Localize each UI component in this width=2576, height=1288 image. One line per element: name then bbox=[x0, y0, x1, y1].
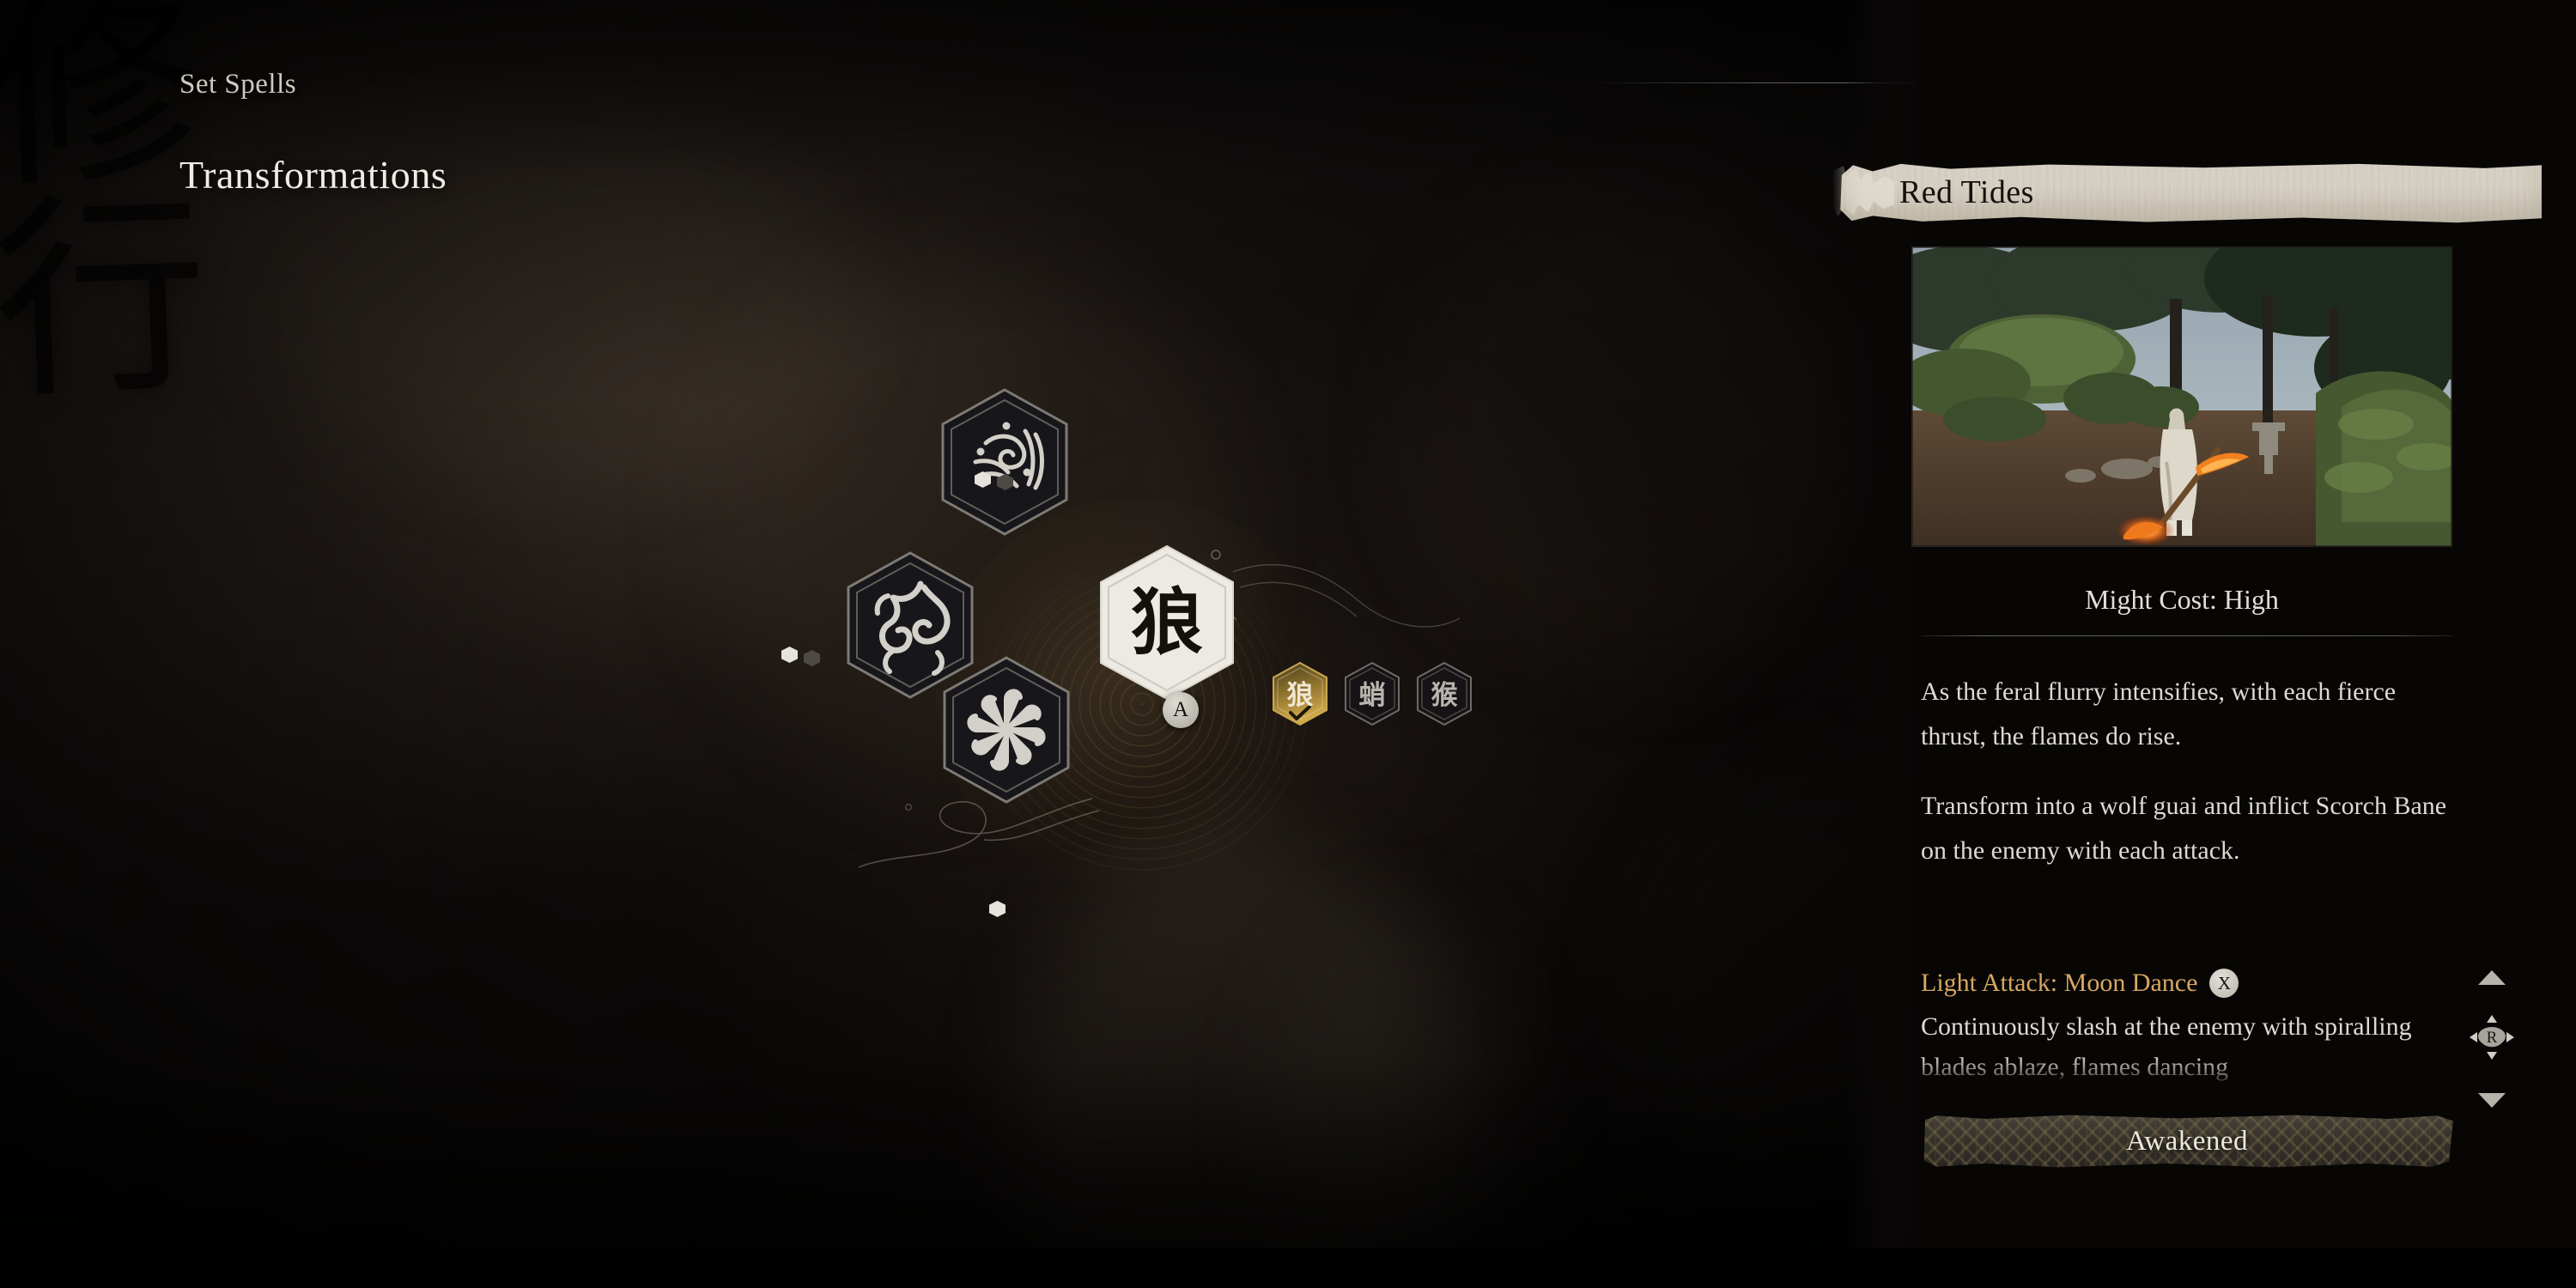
skill-section: Light Attack: Moon Dance X Continuously … bbox=[1921, 969, 2479, 1085]
skill-heading-row: Light Attack: Moon Dance X bbox=[1921, 969, 2479, 998]
equipped-slot-bar: 狼 蛸 猴 bbox=[1271, 661, 1473, 726]
button-x-badge: X bbox=[2209, 969, 2239, 998]
might-cost-label: Might Cost: High bbox=[2085, 584, 2279, 615]
wolf-kanji-icon: 狼 bbox=[1130, 580, 1203, 665]
skill-heading: Light Attack: Moon Dance bbox=[1921, 969, 2198, 997]
scroll-up-arrow-icon[interactable] bbox=[2478, 970, 2506, 985]
equipped-slot-3[interactable]: 猴 bbox=[1415, 661, 1473, 726]
description-paragraph-2: Transform into a wolf guai and inflict S… bbox=[1921, 792, 2447, 865]
awakened-button[interactable]: Awakened bbox=[1921, 1115, 2453, 1168]
skill-description: Continuously slash at the enemy with spi… bbox=[1921, 1012, 2412, 1082]
pager-dot-left-active[interactable] bbox=[781, 647, 798, 663]
equipped-slot-2[interactable]: 蛸 bbox=[1343, 661, 1401, 726]
letterbox-bar bbox=[0, 1249, 2576, 1288]
detail-description: As the feral flurry intensifies, with ea… bbox=[1921, 670, 2462, 898]
transformation-node-sunburst[interactable] bbox=[938, 654, 1075, 805]
equipped-slot-3-glyph: 猴 bbox=[1431, 679, 1458, 711]
awakened-button-label: Awakened bbox=[2125, 1125, 2249, 1157]
pager-dot-left-inactive[interactable] bbox=[804, 650, 820, 666]
pager-dot-top-active[interactable] bbox=[975, 471, 991, 488]
description-paragraph-1: As the feral flurry intensifies, with ea… bbox=[1921, 677, 2397, 750]
scroll-indicator[interactable]: R bbox=[2466, 970, 2518, 1108]
transformation-preview-image bbox=[1912, 247, 2451, 546]
detail-title: Red Tides bbox=[1899, 174, 2034, 210]
right-stick-icon: R bbox=[2468, 1013, 2516, 1066]
page-title: Transformations bbox=[179, 153, 447, 197]
transformation-node-cloud[interactable] bbox=[936, 386, 1073, 538]
confirm-button-a[interactable]: A bbox=[1163, 692, 1199, 728]
detail-divider bbox=[1921, 635, 2453, 636]
breadcrumb-set-spells: Set Spells bbox=[179, 69, 297, 100]
transformation-node-wolf-selected[interactable]: 狼 bbox=[1094, 543, 1240, 702]
pager-dot-bottom-active[interactable] bbox=[989, 901, 1005, 917]
scroll-down-arrow-icon[interactable] bbox=[2478, 1093, 2506, 1108]
equipped-slot-1[interactable]: 狼 bbox=[1271, 661, 1329, 726]
equipped-slot-2-glyph: 蛸 bbox=[1358, 679, 1386, 711]
game-menu-screen: 修行 Set Spells Transformations 2 bbox=[0, 0, 2576, 1288]
pager-dot-top-inactive[interactable] bbox=[997, 474, 1013, 490]
equipped-check-icon bbox=[1289, 706, 1311, 720]
right-stick-label: R bbox=[2487, 1029, 2498, 1047]
